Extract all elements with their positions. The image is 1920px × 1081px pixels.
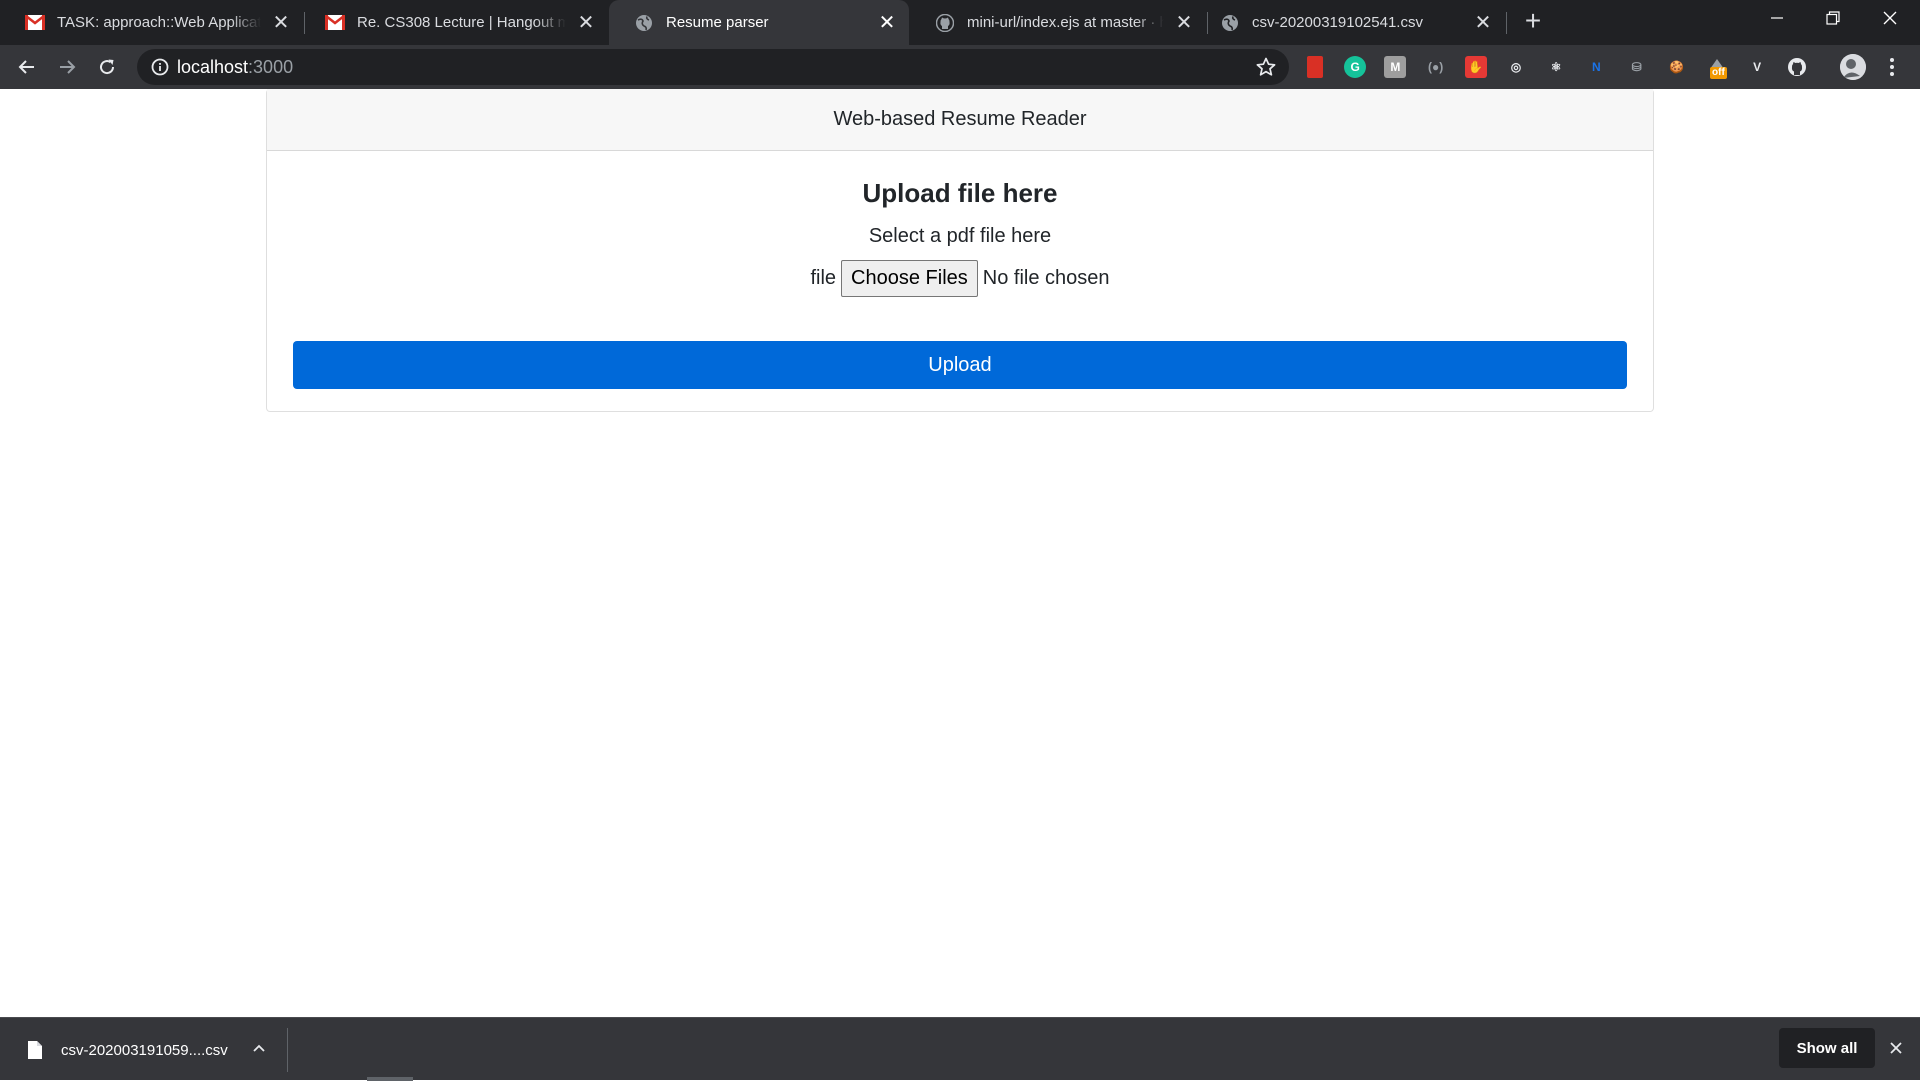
- file-icon: [28, 1041, 42, 1059]
- upload-card: Web-based Resume Reader Upload file here…: [266, 89, 1654, 412]
- gmail-icon: [25, 13, 45, 33]
- close-icon: [1883, 11, 1897, 25]
- browser-menu-button[interactable]: [1880, 55, 1904, 79]
- m-ext-icon[interactable]: M: [1384, 56, 1407, 78]
- tab-strip: TASK: approach::Web Application ✕ Re. CS…: [0, 0, 1920, 45]
- address-bar[interactable]: localhost:3000: [137, 49, 1289, 85]
- tab-gmail-task[interactable]: TASK: approach::Web Application ✕: [0, 0, 303, 45]
- vue-ext-icon[interactable]: V: [1746, 56, 1768, 78]
- gmail-icon: [325, 13, 345, 33]
- tab-csv-file[interactable]: csv-20200319102541.csv ✕: [1208, 0, 1505, 45]
- back-button[interactable]: [10, 50, 44, 84]
- download-item[interactable]: csv-202003191059....csv: [0, 1018, 287, 1080]
- no-file-status: No file chosen: [982, 267, 1110, 289]
- forward-button[interactable]: [50, 50, 84, 84]
- grammarly-icon[interactable]: G: [1344, 56, 1367, 78]
- restore-button[interactable]: [1809, 0, 1857, 36]
- new-tab-button[interactable]: +: [1519, 7, 1547, 36]
- forward-arrow-icon: [60, 60, 76, 74]
- avatar-icon: [1840, 54, 1866, 80]
- show-all-button[interactable]: Show all: [1779, 1028, 1875, 1068]
- off-badge-label: off: [1710, 67, 1727, 79]
- close-icon[interactable]: [1886, 1038, 1906, 1058]
- tab-title: mini-url/index.ejs at master · han: [967, 14, 1164, 31]
- card-body: Upload file here Select a pdf file here …: [267, 151, 1653, 411]
- shelf-scroll-indicator: [367, 1077, 413, 1081]
- close-icon[interactable]: ✕: [1174, 13, 1194, 33]
- close-icon[interactable]: ✕: [576, 13, 596, 33]
- card-header: Web-based Resume Reader: [267, 89, 1653, 151]
- menu-dot: [1890, 72, 1894, 76]
- window-close-button[interactable]: [1866, 0, 1914, 36]
- star-icon[interactable]: [1255, 56, 1277, 78]
- upload-instructions: Select a pdf file here: [868, 225, 1052, 247]
- info-icon[interactable]: [150, 57, 170, 77]
- reload-button[interactable]: [90, 50, 124, 84]
- url-port: :3000: [248, 57, 294, 77]
- menu-dot: [1890, 58, 1894, 62]
- tab-title: Resume parser: [666, 14, 769, 31]
- cookie-ext-icon[interactable]: 🍪: [1666, 56, 1688, 78]
- close-icon[interactable]: ✕: [271, 13, 291, 33]
- tab-resume-parser[interactable]: Resume parser ✕: [609, 0, 909, 45]
- coins-ext-icon[interactable]: ⛁: [1626, 56, 1648, 78]
- upload-button[interactable]: Upload: [293, 341, 1627, 389]
- choose-files-button[interactable]: Choose Files: [841, 260, 978, 297]
- wavy-ext-icon[interactable]: (●): [1425, 56, 1447, 78]
- bookmark-red-ext-icon[interactable]: [1307, 56, 1323, 78]
- minimize-button[interactable]: [1753, 0, 1801, 36]
- n-ext-icon[interactable]: N: [1585, 56, 1607, 78]
- download-shelf: csv-202003191059....csv Show all: [0, 1017, 1920, 1081]
- close-icon[interactable]: ✕: [877, 13, 897, 33]
- url-host: localhost: [177, 57, 249, 77]
- restore-icon: [1826, 11, 1840, 25]
- reload-icon: [100, 59, 115, 75]
- menu-dot: [1890, 65, 1894, 69]
- tab-github-mini-url[interactable]: mini-url/index.ejs at master · han ✕: [910, 0, 1206, 45]
- page-viewport: Web-based Resume Reader Upload file here…: [0, 89, 1920, 1017]
- browser-toolbar: localhost:3000 G M (●) ✋ ◎ ⚛ N ⛁ 🍪 off V: [0, 45, 1920, 89]
- tab-title: csv-20200319102541.csv: [1252, 14, 1423, 31]
- file-input-row: file Choose Files No file chosen: [267, 260, 1653, 297]
- globe-icon: [634, 13, 654, 33]
- minimize-icon: [1771, 17, 1783, 19]
- download-filename: csv-202003191059....csv: [61, 1042, 228, 1059]
- red-hand-ext-icon[interactable]: ✋: [1464, 56, 1487, 78]
- tab-title: Re. CS308 Lecture | Hangout mee: [357, 14, 566, 31]
- file-label: file: [810, 267, 837, 289]
- tab-title: TASK: approach::Web Application: [57, 14, 261, 31]
- off-badge-ext-icon[interactable]: off: [1706, 56, 1728, 79]
- tab-gmail-cs308[interactable]: Re. CS308 Lecture | Hangout mee ✕: [305, 0, 608, 45]
- github-ext-icon[interactable]: [1786, 56, 1808, 78]
- url-text[interactable]: localhost:3000: [177, 57, 293, 78]
- tab-separator: [1506, 12, 1507, 34]
- back-arrow-icon: [18, 60, 34, 74]
- github-icon: [935, 13, 955, 33]
- chevron-up-icon[interactable]: [249, 1038, 269, 1058]
- target-ext-icon[interactable]: ◎: [1505, 56, 1527, 78]
- upload-heading: Upload file here: [862, 178, 1058, 208]
- shelf-divider: [287, 1028, 288, 1072]
- globe-icon: [1220, 13, 1240, 33]
- profile-avatar[interactable]: [1840, 54, 1866, 80]
- react-devtools-icon[interactable]: ⚛: [1545, 56, 1567, 78]
- close-icon[interactable]: ✕: [1473, 13, 1493, 33]
